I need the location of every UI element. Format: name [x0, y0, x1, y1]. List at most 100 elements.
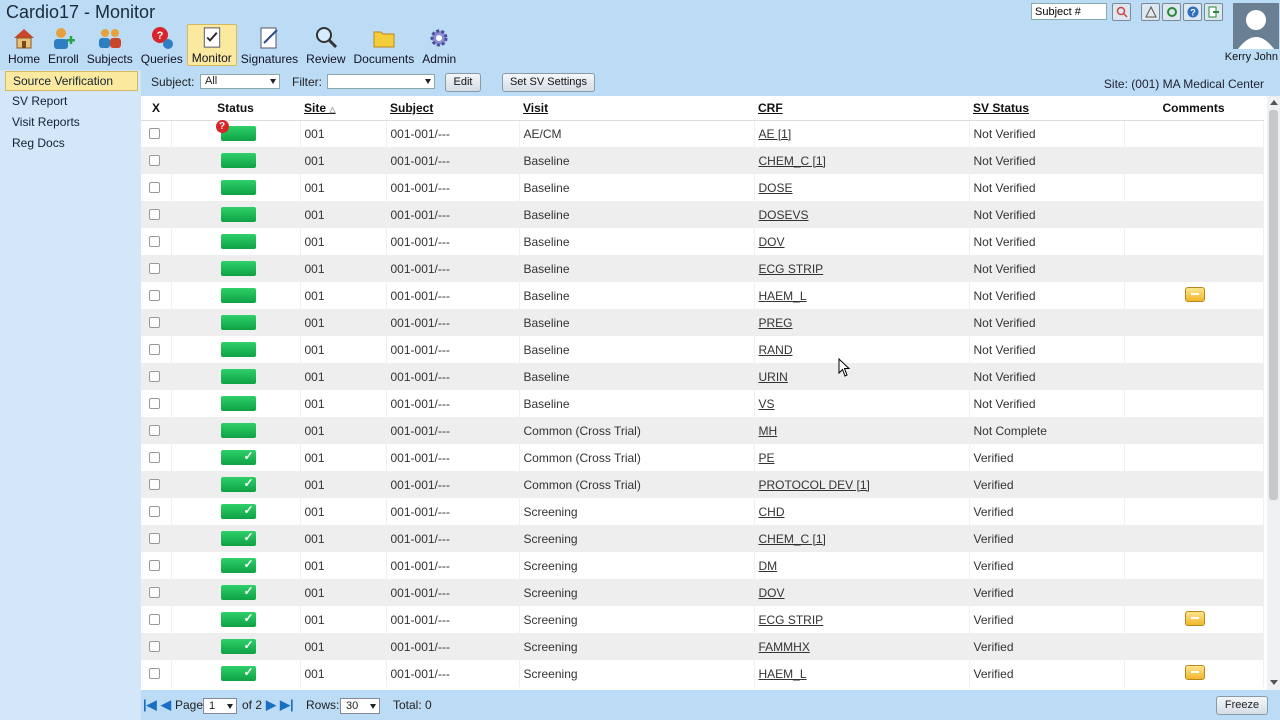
crf-link[interactable]: MH — [759, 424, 778, 438]
table-row[interactable]: 001 001-001/--- Common (Cross Trial) MH Not … — [141, 417, 1264, 444]
sidebar-item-reg-docs[interactable]: Reg Docs — [0, 133, 141, 154]
crf-link[interactable]: ECG STRIP — [759, 262, 824, 276]
subject-select[interactable]: All — [200, 74, 280, 89]
col-visit-header[interactable]: Visit — [519, 96, 754, 121]
next-page-icon[interactable]: ▶ — [266, 698, 276, 712]
crf-link[interactable]: HAEM_L — [759, 667, 807, 681]
nav-review[interactable]: Review — [302, 24, 349, 66]
col-sv-status-header[interactable]: SV Status — [969, 96, 1124, 121]
crf-link[interactable]: VS — [759, 397, 775, 411]
scroll-up-icon[interactable] — [1270, 100, 1278, 105]
crf-link[interactable]: DOV — [759, 586, 785, 600]
nav-monitor[interactable]: Monitor — [186, 24, 237, 66]
scroll-down-icon[interactable] — [1270, 680, 1278, 685]
row-checkbox[interactable] — [149, 398, 160, 409]
status-indicator[interactable]: ✓ — [220, 503, 256, 519]
status-indicator[interactable]: ✓ — [220, 530, 256, 546]
nav-admin[interactable]: Admin — [418, 24, 460, 66]
table-row[interactable]: ✓ 001 001-001/--- Screening CHEM_C [1] Verifi… — [141, 525, 1264, 552]
crf-link[interactable]: CHEM_C [1] — [759, 532, 826, 546]
table-row[interactable]: 001 001-001/--- Baseline VS Not Verified — [141, 390, 1264, 417]
row-checkbox[interactable] — [149, 371, 160, 382]
row-checkbox[interactable] — [149, 506, 160, 517]
crf-link[interactable]: CHD — [759, 505, 785, 519]
row-checkbox[interactable] — [149, 614, 160, 625]
search-tool-button[interactable] — [1112, 3, 1131, 21]
crf-link[interactable]: AE [1] — [759, 127, 792, 141]
crf-link[interactable]: RAND — [759, 343, 793, 357]
table-row[interactable]: ✓ 001 001-001/--- Screening HAEM_L Verified — [141, 660, 1264, 687]
status-indicator[interactable] — [220, 315, 256, 330]
table-row[interactable]: 001 001-001/--- Baseline DOSE Not Verified — [141, 174, 1264, 201]
freeze-button[interactable]: Freeze — [1216, 696, 1268, 715]
nav-enroll[interactable]: Enroll — [44, 24, 83, 66]
crf-link[interactable]: FAMMHX — [759, 640, 810, 654]
crf-link[interactable]: PROTOCOL DEV [1] — [759, 478, 870, 492]
table-row[interactable]: ✓ 001 001-001/--- Screening ECG STRIP Verifie… — [141, 606, 1264, 633]
row-checkbox[interactable] — [149, 236, 160, 247]
table-row[interactable]: 001 001-001/--- Baseline CHEM_C [1] Not Veri… — [141, 147, 1264, 174]
crf-link[interactable]: HAEM_L — [759, 289, 807, 303]
nav-subjects[interactable]: Subjects — [83, 24, 137, 66]
crf-link[interactable]: PREG — [759, 316, 793, 330]
page-select[interactable]: 1 — [203, 698, 237, 714]
row-checkbox[interactable] — [149, 668, 160, 679]
comment-icon[interactable] — [1184, 664, 1205, 680]
filter-select[interactable] — [327, 74, 435, 89]
row-checkbox[interactable] — [149, 317, 160, 328]
table-row[interactable]: 001 001-001/--- Baseline DOV Not Verified — [141, 228, 1264, 255]
alert-button[interactable] — [1141, 3, 1160, 21]
status-indicator[interactable]: ✓ — [220, 584, 256, 600]
subject-search-input[interactable] — [1031, 3, 1107, 20]
table-row[interactable]: ? 001 001-001/--- AE/CM AE [1] Not Verified — [141, 120, 1264, 147]
avatar[interactable] — [1233, 3, 1279, 49]
crf-link[interactable]: PE — [759, 451, 775, 465]
row-checkbox[interactable] — [149, 560, 160, 571]
status-indicator[interactable] — [220, 207, 256, 222]
crf-link[interactable]: DM — [759, 559, 778, 573]
crf-link[interactable]: CHEM_C [1] — [759, 154, 826, 168]
nav-signatures[interactable]: Signatures — [237, 24, 302, 66]
comment-icon[interactable] — [1184, 286, 1205, 302]
sidebar-item-visit-reports[interactable]: Visit Reports — [0, 112, 141, 133]
row-checkbox[interactable] — [149, 479, 160, 490]
query-icon[interactable]: ? — [215, 120, 229, 134]
vertical-scrollbar[interactable] — [1267, 96, 1280, 690]
nav-home[interactable]: Home — [4, 24, 44, 66]
status-indicator[interactable] — [220, 261, 256, 276]
status-indicator[interactable]: ✓ — [220, 476, 256, 492]
table-row[interactable]: 001 001-001/--- Baseline RAND Not Verified — [141, 336, 1264, 363]
status-indicator[interactable]: ✓ — [220, 638, 256, 654]
status-indicator[interactable]: ? — [215, 120, 256, 142]
status-indicator[interactable]: ✓ — [220, 557, 256, 573]
crf-link[interactable]: URIN — [759, 370, 788, 384]
crf-link[interactable]: DOSE — [759, 181, 793, 195]
table-row[interactable]: 001 001-001/--- Baseline PREG Not Verified — [141, 309, 1264, 336]
table-row[interactable]: 001 001-001/--- Baseline DOSEVS Not Verified — [141, 201, 1264, 228]
scrollbar-thumb[interactable] — [1269, 110, 1278, 500]
sidebar-item-sv-report[interactable]: SV Report — [0, 91, 141, 112]
logout-button[interactable] — [1204, 3, 1223, 21]
table-row[interactable]: ✓ 001 001-001/--- Common (Cross Trial) PE Ver… — [141, 444, 1264, 471]
status-indicator[interactable] — [220, 153, 256, 168]
status-indicator[interactable] — [220, 396, 256, 411]
table-row[interactable]: 001 001-001/--- Baseline ECG STRIP Not Verif… — [141, 255, 1264, 282]
help-button[interactable]: ? — [1183, 3, 1202, 21]
rows-select[interactable]: 30 — [340, 698, 380, 714]
table-row[interactable]: ✓ 001 001-001/--- Screening DM Verified — [141, 552, 1264, 579]
status-indicator[interactable] — [220, 423, 256, 438]
prev-page-icon[interactable]: ◀ — [161, 698, 171, 712]
first-page-icon[interactable]: |◀ — [143, 698, 157, 712]
set-sv-settings-button[interactable]: Set SV Settings — [502, 73, 595, 92]
crf-link[interactable]: DOSEVS — [759, 208, 809, 222]
row-checkbox[interactable] — [149, 344, 160, 355]
row-checkbox[interactable] — [149, 182, 160, 193]
status-indicator[interactable] — [220, 288, 256, 303]
row-checkbox[interactable] — [149, 587, 160, 598]
comment-icon[interactable] — [1184, 610, 1205, 626]
status-indicator[interactable]: ✓ — [220, 611, 256, 627]
status-indicator[interactable] — [220, 342, 256, 357]
table-row[interactable]: ✓ 001 001-001/--- Screening DOV Verified — [141, 579, 1264, 606]
table-row[interactable]: ✓ 001 001-001/--- Screening FAMMHX Verified — [141, 633, 1264, 660]
status-indicator[interactable]: ✓ — [220, 665, 256, 681]
